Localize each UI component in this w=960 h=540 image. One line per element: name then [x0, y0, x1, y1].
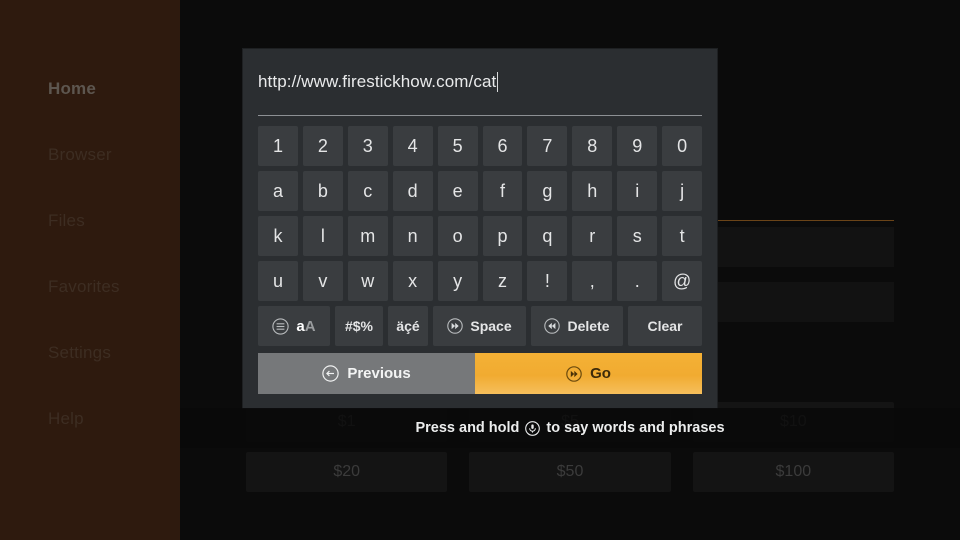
key-accents-label: äçé	[396, 318, 420, 334]
key-7[interactable]: 7	[527, 126, 568, 166]
microphone-circle-icon	[525, 420, 541, 436]
key-r[interactable]: r	[572, 216, 613, 256]
sidebar-item-label: Favorites	[48, 277, 120, 296]
key-n[interactable]: n	[392, 216, 433, 256]
key-4[interactable]: 4	[392, 126, 433, 166]
key-t[interactable]: t	[662, 216, 703, 256]
keyboard-function-row: aA #$% äçé Space Delete Clear	[258, 306, 702, 346]
key-e[interactable]: e	[437, 171, 478, 211]
key-clear-label: Clear	[647, 318, 683, 334]
key-j[interactable]: j	[662, 171, 703, 211]
sidebar-item-help[interactable]: Help	[0, 386, 180, 452]
key-q[interactable]: q	[527, 216, 568, 256]
key-d[interactable]: d	[392, 171, 433, 211]
key-5[interactable]: 5	[437, 126, 478, 166]
key-2[interactable]: 2	[302, 126, 343, 166]
key-y[interactable]: y	[437, 261, 478, 301]
key-accents[interactable]: äçé	[388, 306, 428, 346]
key-w[interactable]: w	[347, 261, 388, 301]
previous-button-label: Previous	[347, 365, 411, 382]
sidebar-item-label: Help	[48, 409, 84, 428]
key-case-upper-label: A	[304, 317, 316, 335]
key-3[interactable]: 3	[347, 126, 388, 166]
donation-button[interactable]: $50	[469, 452, 671, 492]
key-period[interactable]: .	[617, 261, 658, 301]
key-i[interactable]: i	[617, 171, 658, 211]
keyboard-action-row: Previous Go	[258, 353, 702, 394]
sidebar-item-label: Browser	[48, 145, 112, 164]
key-k[interactable]: k	[258, 216, 298, 256]
play-circle-icon	[566, 365, 582, 382]
key-6[interactable]: 6	[482, 126, 523, 166]
key-p[interactable]: p	[482, 216, 523, 256]
keyboard-row-a-j: a b c d e f g h i j	[258, 171, 703, 211]
key-u[interactable]: u	[258, 261, 298, 301]
sidebar-item-label: Home	[48, 79, 97, 98]
key-v[interactable]: v	[302, 261, 343, 301]
key-g[interactable]: g	[527, 171, 568, 211]
key-1[interactable]: 1	[258, 126, 298, 166]
key-9[interactable]: 9	[617, 126, 658, 166]
donation-button[interactable]: $20	[246, 452, 448, 492]
sidebar: Home Browser Files Favorites Settings He…	[0, 0, 180, 540]
keyboard-row-u-at: u v w x y z ! , . @	[258, 261, 703, 301]
key-case-toggle[interactable]: aA	[258, 306, 330, 346]
key-l[interactable]: l	[302, 216, 343, 256]
key-space[interactable]: Space	[433, 306, 526, 346]
sidebar-item-favorites[interactable]: Favorites	[0, 254, 180, 320]
key-space-label: Space	[470, 318, 512, 334]
key-8[interactable]: 8	[572, 126, 613, 166]
keyboard-text-input[interactable]: http://www.firestickhow.com/cat	[258, 49, 702, 116]
sidebar-item-settings[interactable]: Settings	[0, 320, 180, 386]
key-a[interactable]: a	[258, 171, 298, 211]
key-f[interactable]: f	[482, 171, 523, 211]
menu-circle-icon	[272, 317, 290, 335]
keyboard-input-value: http://www.firestickhow.com/cat	[258, 72, 497, 91]
back-circle-icon	[322, 365, 340, 382]
key-clear[interactable]: Clear	[628, 306, 702, 346]
tv-screen: Home Browser Files Favorites Settings He…	[0, 0, 960, 540]
go-button[interactable]: Go	[475, 353, 702, 394]
key-b[interactable]: b	[302, 171, 343, 211]
sidebar-item-label: Files	[48, 211, 85, 230]
fast-forward-circle-icon	[447, 318, 464, 334]
sidebar-item-files[interactable]: Files	[0, 188, 180, 254]
keyboard-row-k-t: k l m n o p q r s t	[258, 216, 703, 256]
key-x[interactable]: x	[392, 261, 433, 301]
key-exclamation[interactable]: !	[527, 261, 568, 301]
previous-button[interactable]: Previous	[258, 353, 475, 394]
voice-hint-bar: Press and hold to say words and phrases	[180, 408, 960, 448]
key-0[interactable]: 0	[662, 126, 703, 166]
key-comma[interactable]: ,	[572, 261, 613, 301]
voice-hint-prefix: Press and hold	[415, 420, 520, 436]
key-symbols-label: #$%	[344, 318, 374, 334]
sidebar-item-home[interactable]: Home	[0, 56, 180, 122]
key-symbols[interactable]: #$%	[335, 306, 383, 346]
key-case-lower-label: a	[296, 317, 305, 335]
sidebar-nav-list: Home Browser Files Favorites Settings He…	[0, 56, 180, 452]
voice-hint-suffix: to say words and phrases	[546, 420, 725, 436]
sidebar-item-label: Settings	[48, 343, 112, 362]
key-h[interactable]: h	[572, 171, 613, 211]
key-o[interactable]: o	[437, 216, 478, 256]
rewind-circle-icon	[544, 318, 561, 334]
donation-button[interactable]: $100	[692, 452, 894, 492]
key-at[interactable]: @	[662, 261, 703, 301]
key-s[interactable]: s	[617, 216, 658, 256]
key-m[interactable]: m	[347, 216, 388, 256]
sidebar-item-browser[interactable]: Browser	[0, 122, 180, 188]
key-delete[interactable]: Delete	[531, 306, 623, 346]
text-caret	[497, 72, 499, 92]
key-c[interactable]: c	[347, 171, 388, 211]
go-button-label: Go	[590, 365, 611, 382]
onscreen-keyboard-dialog: http://www.firestickhow.com/cat 1 2 3 4 …	[243, 49, 717, 408]
key-z[interactable]: z	[482, 261, 523, 301]
key-delete-label: Delete	[567, 318, 610, 334]
keyboard-row-numbers: 1 2 3 4 5 6 7 8 9 0	[258, 126, 703, 166]
